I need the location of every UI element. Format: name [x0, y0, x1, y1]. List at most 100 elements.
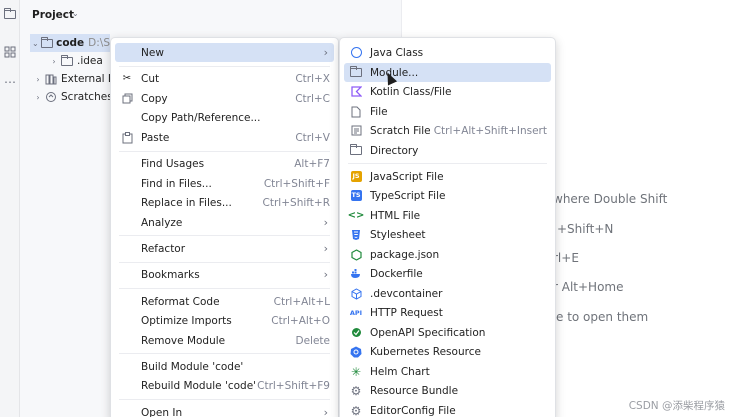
copy-icon: [119, 92, 135, 106]
tree-item-scratches[interactable]: › Scratches: [32, 88, 113, 106]
menu-item-open-in[interactable]: Open In ›: [115, 403, 334, 417]
menu-item-devcontainer[interactable]: .devcontainer: [344, 284, 551, 303]
menu-item-label: Stylesheet: [370, 228, 426, 241]
chevron-right-icon: ›: [323, 268, 328, 281]
chevron-right-icon[interactable]: ›: [48, 57, 60, 66]
menu-item-shortcut: Ctrl+Alt+Shift+Insert: [433, 124, 547, 137]
menu-item-build-module[interactable]: Build Module 'code': [115, 357, 334, 376]
chevron-right-icon: ›: [323, 406, 328, 417]
chevron-right-icon: ›: [323, 46, 328, 59]
menu-item-openapi-spec[interactable]: OpenAPI Specification: [344, 323, 551, 342]
menu-item-find-in-files[interactable]: Find in Files... Ctrl+Shift+F: [115, 174, 334, 193]
typescript-icon: TS: [350, 190, 362, 201]
menu-item-rebuild-module[interactable]: Rebuild Module 'code' Ctrl+Shift+F9: [115, 376, 334, 395]
chevron-down-icon[interactable]: ⌄: [30, 39, 41, 48]
nodejs-icon: [348, 248, 364, 262]
tree-item-code[interactable]: ⌄ code D:\S: [30, 34, 110, 52]
menu-item-kubernetes-resource[interactable]: Kubernetes Resource: [344, 342, 551, 361]
new-submenu: Java Class Module... Kotlin Class/File F…: [339, 37, 556, 417]
menu-item-scratch-file[interactable]: Scratch File Ctrl+Alt+Shift+Insert: [344, 121, 551, 140]
menu-separator: [348, 163, 547, 164]
menu-item-label: Build Module 'code': [141, 360, 244, 373]
openapi-icon: [348, 326, 364, 340]
menu-item-typescript-file[interactable]: TS TypeScript File: [344, 186, 551, 205]
menu-item-label: .devcontainer: [370, 287, 443, 300]
docker-icon: [348, 267, 364, 281]
menu-item-label: File: [370, 105, 388, 118]
css-icon: [348, 228, 364, 242]
menu-item-module[interactable]: Module...: [344, 63, 551, 82]
menu-separator: [119, 399, 330, 400]
menu-item-remove-module[interactable]: Remove Module Delete: [115, 331, 334, 350]
tree-item-label: Scratches: [61, 91, 113, 103]
chevron-right-icon[interactable]: ›: [32, 75, 44, 84]
menu-item-shortcut: Ctrl+Shift+F9: [257, 379, 330, 392]
menu-item-paste[interactable]: Paste Ctrl+V: [115, 128, 334, 147]
menu-item-editorconfig-file[interactable]: ⚙ EditorConfig File: [344, 401, 551, 417]
menu-item-java-class[interactable]: Java Class: [344, 43, 551, 62]
chevron-right-icon[interactable]: ›: [32, 93, 44, 102]
menu-item-label: Remove Module: [141, 334, 226, 347]
menu-item-javascript-file[interactable]: JS JavaScript File: [344, 167, 551, 186]
project-panel-title[interactable]: Project: [32, 9, 74, 21]
menu-separator: [119, 262, 330, 263]
tree-item-idea[interactable]: › .idea: [48, 52, 103, 70]
menu-item-html-file[interactable]: <> HTML File: [344, 206, 551, 225]
menu-item-optimize-imports[interactable]: Optimize Imports Ctrl+Alt+O: [115, 311, 334, 330]
menu-item-shortcut: Delete: [295, 334, 331, 347]
project-folder-icon[interactable]: [2, 6, 18, 22]
scratches-icon: [44, 91, 58, 103]
menu-item-shortcut: Ctrl+X: [295, 72, 330, 85]
menu-item-new[interactable]: New ›: [115, 43, 334, 62]
kotlin-icon: [348, 85, 364, 99]
menu-item-label: New: [141, 46, 164, 59]
editor-hint-search: where Double Shift: [553, 192, 668, 206]
menu-item-file[interactable]: File: [344, 102, 551, 121]
menu-item-replace-in-files[interactable]: Replace in Files... Ctrl+Shift+R: [115, 193, 334, 212]
module-folder-icon: [40, 36, 53, 49]
menu-item-stylesheet[interactable]: Stylesheet: [344, 225, 551, 244]
menu-item-label: Bookmarks: [141, 268, 200, 281]
javascript-icon: JS: [350, 171, 362, 182]
editor-hint-recent-files: rl+E: [553, 251, 579, 265]
menu-item-label: Reformat Code: [141, 295, 220, 308]
menu-item-find-usages[interactable]: Find Usages Alt+F7: [115, 154, 334, 173]
menu-item-resource-bundle[interactable]: ⚙ Resource Bundle: [344, 381, 551, 400]
scratch-file-icon: [348, 124, 364, 138]
menu-item-helm-chart[interactable]: ✳ Helm Chart: [344, 362, 551, 381]
menu-item-kotlin-class[interactable]: Kotlin Class/File: [344, 82, 551, 101]
menu-item-copy[interactable]: Copy Ctrl+C: [115, 89, 334, 108]
menu-item-label: Find in Files...: [141, 177, 212, 190]
api-icon: API: [349, 308, 363, 317]
paste-icon: [119, 131, 135, 145]
java-class-icon: [348, 46, 364, 60]
menu-item-copy-path[interactable]: Copy Path/Reference...: [115, 108, 334, 127]
tree-item-label: code: [56, 37, 85, 49]
menu-separator: [119, 151, 330, 152]
menu-item-label: Scratch File: [370, 124, 431, 137]
tree-item-external-libraries[interactable]: › External Li: [32, 70, 116, 88]
menu-item-label: Optimize Imports: [141, 314, 232, 327]
menu-separator: [119, 235, 330, 236]
menu-item-reformat-code[interactable]: Reformat Code Ctrl+Alt+L: [115, 292, 334, 311]
menu-item-http-request[interactable]: API HTTP Request: [344, 303, 551, 322]
menu-item-label: JavaScript File: [370, 170, 444, 183]
menu-item-analyze[interactable]: Analyze ›: [115, 213, 334, 232]
menu-item-label: EditorConfig File: [370, 404, 456, 417]
menu-separator: [119, 353, 330, 354]
menu-item-label: Analyze: [141, 216, 183, 229]
menu-item-label: Kotlin Class/File: [370, 85, 452, 98]
menu-item-cut[interactable]: ✂ Cut Ctrl+X: [115, 69, 334, 88]
structure-icon[interactable]: [2, 44, 18, 60]
folder-icon: [348, 144, 364, 158]
chevron-down-icon[interactable]: ⌄: [72, 9, 79, 18]
menu-item-label: Open In: [141, 406, 183, 417]
more-tools-icon[interactable]: ⋯: [2, 74, 18, 90]
menu-item-bookmarks[interactable]: Bookmarks ›: [115, 265, 334, 284]
menu-item-package-json[interactable]: package.json: [344, 245, 551, 264]
menu-item-directory[interactable]: Directory: [344, 141, 551, 160]
menu-item-shortcut: Alt+F7: [294, 157, 330, 170]
menu-item-refactor[interactable]: Refactor ›: [115, 239, 334, 258]
menu-item-dockerfile[interactable]: Dockerfile: [344, 264, 551, 283]
menu-item-label: Helm Chart: [370, 365, 430, 378]
